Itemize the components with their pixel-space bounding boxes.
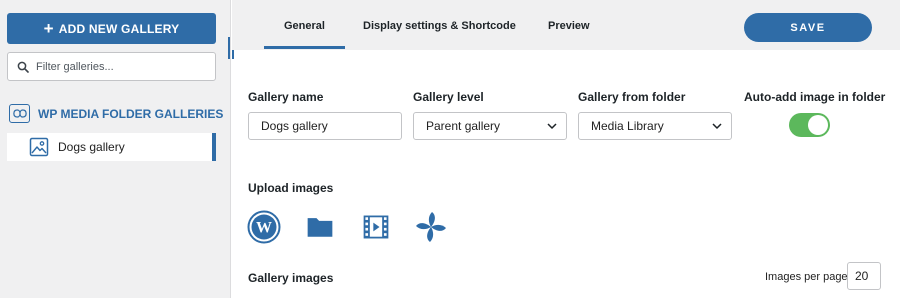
gallery-level-select[interactable]: Parent gallery	[413, 112, 567, 140]
chevron-down-icon	[547, 123, 557, 130]
images-per-page-value: 20	[855, 269, 869, 283]
gallery-from-folder-select[interactable]: Media Library	[578, 112, 732, 140]
galleries-section-title: WP MEDIA FOLDER GALLERIES	[38, 106, 224, 121]
gallery-level-label: Gallery level	[413, 90, 484, 104]
gallery-name-value: Dogs gallery	[261, 119, 328, 133]
wordpress-icon[interactable]: W	[247, 210, 281, 244]
gallery-item-label: Dogs gallery	[58, 140, 125, 154]
images-per-page-label: Images per page	[765, 271, 848, 283]
auto-add-image-label: Auto-add image in folder	[744, 90, 886, 104]
filter-galleries-field[interactable]	[7, 52, 216, 81]
add-new-gallery-label: ADD NEW GALLERY	[58, 21, 180, 36]
gallery-item-dogs[interactable]: Dogs gallery	[7, 133, 216, 161]
toggle-knob	[808, 115, 828, 135]
video-film-icon[interactable]	[359, 210, 393, 244]
gallery-images-label: Gallery images	[248, 271, 334, 285]
gallery-level-value: Parent gallery	[426, 119, 501, 133]
tab-general[interactable]: General	[264, 20, 345, 49]
gallery-name-label: Gallery name	[248, 90, 324, 104]
tab-display-settings-shortcode[interactable]: Display settings & Shortcode	[363, 20, 516, 32]
auto-add-image-toggle[interactable]	[789, 113, 830, 137]
gallery-from-folder-value: Media Library	[591, 119, 664, 133]
tab-preview[interactable]: Preview	[548, 20, 590, 32]
galleries-section-header: WP MEDIA FOLDER GALLERIES	[9, 104, 223, 123]
svg-text:W: W	[256, 220, 272, 237]
wp-media-folder-logo-icon	[9, 104, 30, 123]
images-per-page-input[interactable]: 20	[847, 262, 881, 290]
gallery-name-input[interactable]: Dogs gallery	[248, 112, 402, 140]
folder-icon[interactable]	[303, 210, 337, 244]
plus-icon: +	[43, 19, 54, 38]
filter-galleries-input[interactable]	[36, 60, 206, 73]
upload-images-label: Upload images	[248, 181, 334, 195]
search-icon	[17, 61, 29, 73]
gallery-from-folder-label: Gallery from folder	[578, 90, 686, 104]
pinwheel-icon[interactable]	[414, 210, 448, 244]
save-button[interactable]: SAVE	[744, 13, 872, 42]
chevron-down-icon	[712, 123, 722, 130]
sidebar: + ADD NEW GALLERY WP MEDIA FOLDER GALLER…	[0, 0, 231, 298]
image-icon	[29, 137, 49, 157]
add-new-gallery-button[interactable]: + ADD NEW GALLERY	[7, 13, 216, 44]
